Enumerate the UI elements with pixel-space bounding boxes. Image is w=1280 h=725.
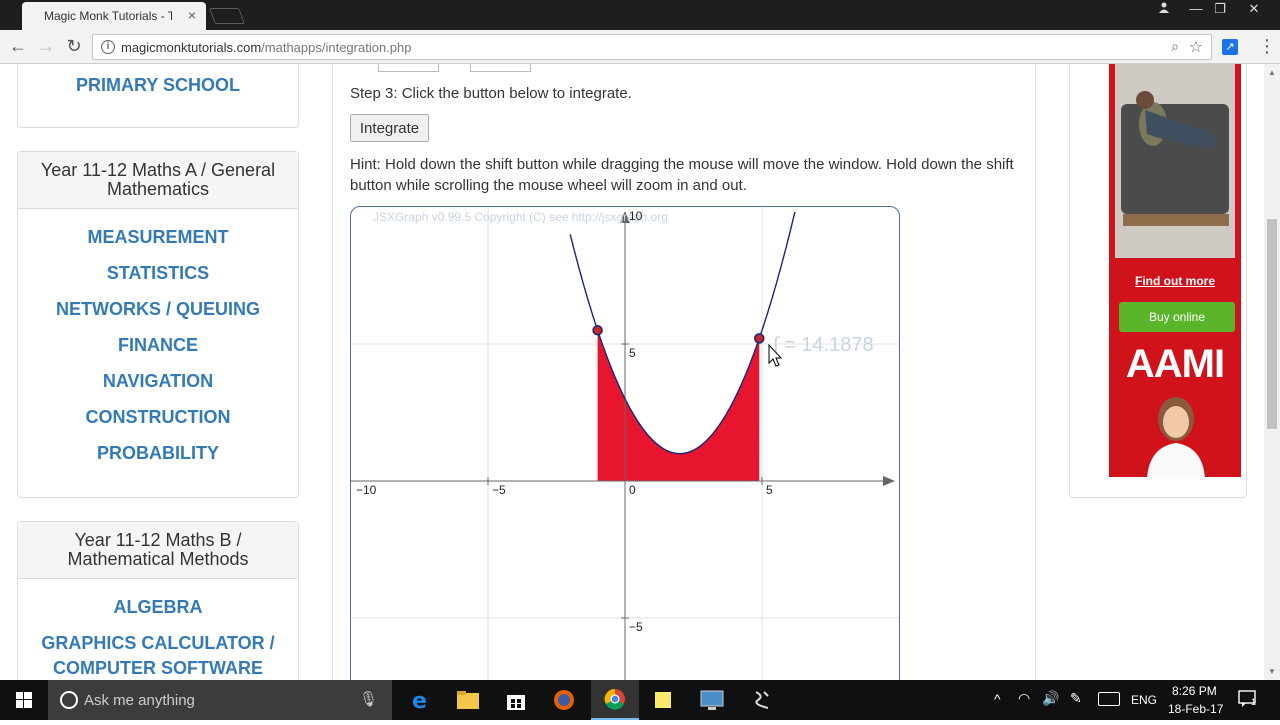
menu-icon[interactable]: ⋮ [1258, 36, 1276, 57]
forward-icon[interactable]: → [36, 36, 56, 56]
url-text: magicmonktutorials.com/mathapps/integrat… [121, 40, 412, 55]
panel-maths-a: Year 11-12 Maths A / General Mathematics… [17, 151, 299, 498]
panel-heading: Year 11-12 Maths B / Mathematical Method… [18, 522, 298, 579]
y-tick-label: −5 [629, 620, 643, 634]
windows-start-icon[interactable] [0, 680, 48, 720]
store-icon[interactable] [492, 680, 540, 720]
lower-bound-point[interactable] [592, 325, 603, 336]
address-bar[interactable]: i magicmonktutorials.com/mathapps/integr… [92, 34, 1212, 60]
restore-icon[interactable]: ❐ [1206, 0, 1234, 20]
x-tick-label: −10 [356, 483, 377, 497]
copyright-text: JSXGraph v0.99.5 Copyright (C) see http:… [373, 210, 668, 224]
profile-icon[interactable] [1150, 0, 1178, 20]
ad-brand-logo: AAMI [1125, 342, 1225, 386]
chrome-icon[interactable] [591, 680, 639, 720]
clock-date[interactable]: 18-Feb-17 [1168, 702, 1223, 716]
ad-photo-image [1115, 64, 1235, 258]
new-tab-button[interactable] [209, 8, 245, 24]
x-tick-label: 0 [629, 483, 636, 497]
tab-close-icon[interactable]: × [188, 7, 196, 23]
back-icon[interactable]: ← [8, 36, 28, 56]
firefox-icon[interactable] [540, 680, 588, 720]
svg-text:e: e [412, 689, 427, 712]
page-viewport: PRIMARY SCHOOL Year 11-12 Maths A / Gene… [0, 64, 1264, 680]
tab-title: Magic Monk Tutorials - T [44, 9, 172, 23]
page-scrollbar[interactable]: ▲ ▼ [1264, 64, 1280, 680]
link-construction[interactable]: CONSTRUCTION [18, 399, 298, 435]
notification-count: 1 [1251, 697, 1257, 707]
scroll-down-icon[interactable]: ▼ [1268, 667, 1276, 676]
input-box-left[interactable] [378, 64, 439, 72]
sticky-notes-icon[interactable] [639, 680, 687, 720]
integral-value-label: ∫ = 14.1878 [772, 334, 874, 356]
keyboard-icon[interactable] [1098, 692, 1120, 706]
input-box-right[interactable] [470, 64, 531, 72]
link-primary-school[interactable]: PRIMARY SCHOOL [18, 67, 298, 103]
link-measurement[interactable]: MEASUREMENT [18, 219, 298, 255]
x-tick-label: −5 [492, 483, 506, 497]
hint-text: Hint: Hold down the shift button while d… [350, 156, 1014, 194]
app-swirl-icon[interactable] [738, 680, 786, 720]
x-axis-arrow [883, 476, 895, 486]
ad-find-out-more-link[interactable]: Find out more [1109, 274, 1241, 288]
y-tick-label: 10 [629, 209, 643, 223]
x-tick-label: 5 [766, 483, 773, 497]
panel-maths-b: Year 11-12 Maths B / Mathematical Method… [17, 521, 299, 680]
file-explorer-icon[interactable] [444, 680, 492, 720]
browser-toolbar: ← → ↻ i magicmonktutorials.com/mathapps/… [0, 30, 1280, 64]
clock-time[interactable]: 8:26 PM [1172, 684, 1217, 698]
volume-icon[interactable]: 🔊 [1042, 690, 1059, 707]
pen-icon[interactable]: ✎ [1070, 690, 1082, 707]
ad-person-image [1147, 397, 1205, 477]
integrate-button[interactable]: Integrate [350, 114, 429, 142]
link-algebra[interactable]: ALGEBRA [18, 589, 298, 625]
link-finance[interactable]: FINANCE [18, 327, 298, 363]
tray-chevron-icon[interactable]: ^ [994, 691, 1001, 707]
aami-ad[interactable]: Find out more Buy online AAMI [1109, 64, 1241, 477]
graph-board[interactable]: JSXGraph v0.99.5 Copyright (C) see http:… [350, 206, 900, 680]
title-bar: Magic Monk Tutorials - T × — ❐ ✕ [0, 0, 1280, 30]
graph-svg[interactable]: JSXGraph v0.99.5 Copyright (C) see http:… [351, 207, 900, 680]
link-networks[interactable]: NETWORKS / QUEUING [18, 291, 298, 327]
extension-icon[interactable]: ↗ [1222, 39, 1238, 55]
info-icon[interactable]: i [101, 40, 115, 54]
link-statistics[interactable]: STATISTICS [18, 255, 298, 291]
bookmark-star-icon[interactable]: ☆ [1189, 37, 1203, 57]
action-center-icon[interactable]: 1 [1238, 690, 1258, 708]
panel-heading: Year 11-12 Maths A / General Mathematics [18, 152, 298, 209]
step3-text: Step 3: Click the button below to integr… [350, 85, 632, 102]
panel-primary: PRIMARY SCHOOL [17, 64, 299, 128]
cortana-icon [60, 691, 78, 709]
scroll-up-icon[interactable]: ▲ [1268, 68, 1276, 77]
integral-area [597, 330, 760, 481]
y-tick-label: 5 [629, 346, 636, 360]
windows-taskbar: Ask me anything 🎙 e ^ ◠ 🔊 ✎ ENG 8:26 PM … [0, 680, 1280, 720]
reload-icon[interactable]: ↻ [64, 36, 84, 56]
edge-icon[interactable]: e [396, 680, 444, 720]
ad-buy-online-button[interactable]: Buy online [1119, 302, 1235, 332]
browser-tab[interactable]: Magic Monk Tutorials - T × [22, 2, 206, 30]
cortana-search-box[interactable]: Ask me anything 🎙 [48, 680, 392, 720]
wifi-icon[interactable]: ◠ [1018, 690, 1030, 707]
search-placeholder: Ask me anything [84, 692, 195, 709]
link-graphics-calculator[interactable]: GRAPHICS CALCULATOR / COMPUTER SOFTWARE [18, 625, 298, 680]
remote-desktop-icon[interactable] [688, 680, 736, 720]
close-window-icon[interactable]: ✕ [1240, 0, 1268, 20]
link-navigation[interactable]: NAVIGATION [18, 363, 298, 399]
language-indicator[interactable]: ENG [1131, 693, 1157, 707]
link-probability[interactable]: PROBABILITY [18, 435, 298, 471]
upper-bound-point[interactable] [754, 333, 765, 344]
scrollbar-thumb[interactable] [1267, 219, 1277, 429]
microphone-icon[interactable]: 🎙 [359, 690, 378, 708]
zoom-icon[interactable]: ⌕ [1171, 38, 1179, 55]
